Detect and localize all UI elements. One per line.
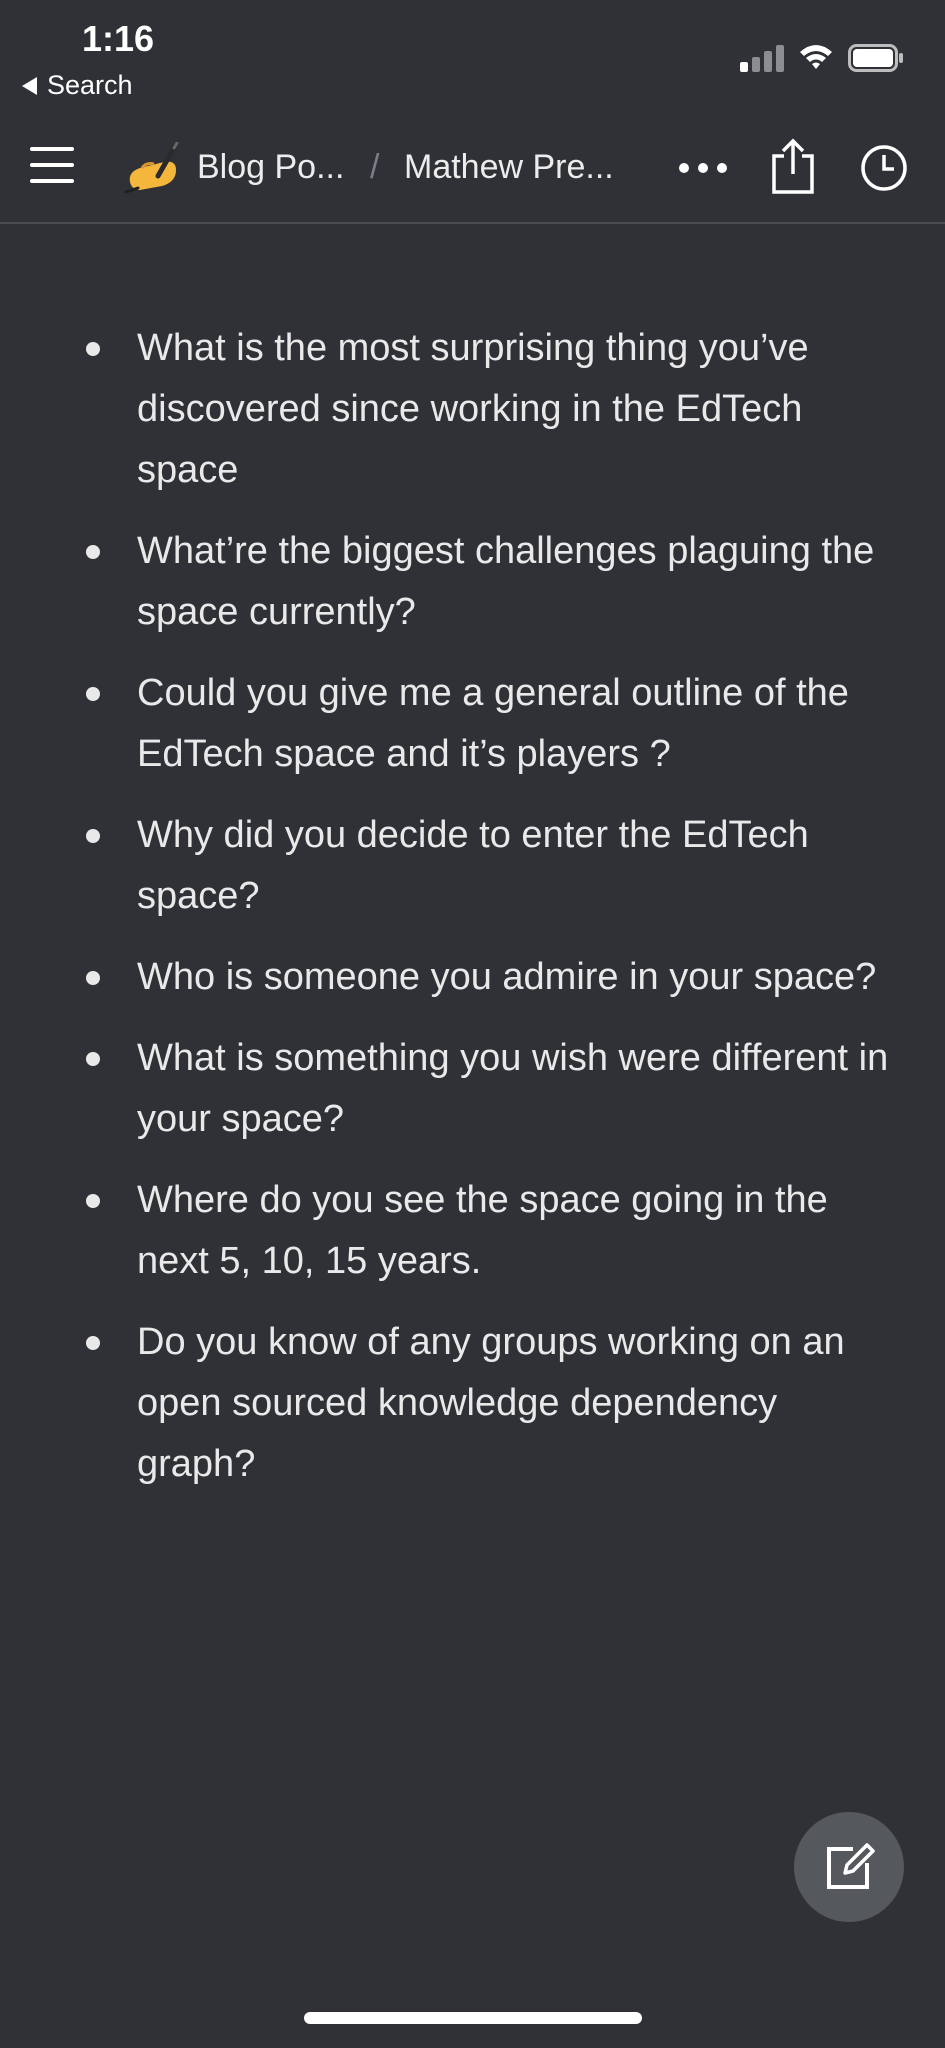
document-content[interactable]: What is the most surprising thing you’ve…: [0, 318, 945, 1515]
bullet-icon: [86, 829, 100, 843]
cellular-signal-icon: [740, 45, 784, 72]
question-text: Do you know of any groups working on an …: [137, 1321, 845, 1485]
list-item[interactable]: What is something you wish were differen…: [0, 1028, 945, 1150]
bullet-icon: [86, 971, 100, 985]
back-label: Search: [47, 70, 133, 100]
list-item[interactable]: Where do you see the space going in the …: [0, 1170, 945, 1292]
bullet-icon: [86, 545, 100, 559]
bullet-icon: [86, 1052, 100, 1066]
home-indicator[interactable]: [304, 2012, 642, 2024]
list-item[interactable]: What’re the biggest challenges plaguing …: [0, 521, 945, 643]
hamburger-menu-icon[interactable]: [28, 143, 76, 187]
compose-button[interactable]: [794, 1812, 904, 1922]
question-text: Why did you decide to enter the EdTech s…: [137, 814, 809, 917]
back-arrow-icon: [22, 76, 37, 95]
question-list: What is the most surprising thing you’ve…: [0, 318, 945, 1495]
question-text: What’re the biggest challenges plaguing …: [137, 530, 875, 633]
list-item[interactable]: Do you know of any groups working on an …: [0, 1312, 945, 1495]
back-to-search-link[interactable]: Search: [22, 70, 133, 101]
status-time: 1:16: [82, 18, 155, 59]
question-text: What is the most surprising thing you’ve…: [137, 327, 809, 491]
bullet-icon: [86, 342, 100, 356]
list-item[interactable]: What is the most surprising thing you’ve…: [0, 318, 945, 501]
edit-icon: [827, 1843, 875, 1889]
bullet-icon: [86, 1336, 100, 1350]
list-item[interactable]: Could you give me a general outline of t…: [0, 663, 945, 785]
list-item[interactable]: Why did you decide to enter the EdTech s…: [0, 805, 945, 927]
question-text: Who is someone you admire in your space?: [137, 956, 877, 998]
document-nav-bar: Blog Po... / Mathew Pre...: [0, 108, 945, 224]
question-text: Where do you see the space going in the …: [137, 1179, 828, 1282]
breadcrumb-separator: /: [370, 148, 380, 186]
wifi-icon: [800, 45, 832, 69]
list-item[interactable]: Who is someone you admire in your space?: [0, 947, 945, 1008]
question-text: Could you give me a general outline of t…: [137, 672, 849, 775]
question-text: What is something you wish were differen…: [137, 1037, 889, 1140]
battery-icon: [848, 44, 903, 72]
status-bar: 1:16 Search: [0, 0, 945, 108]
more-options-icon[interactable]: [676, 158, 730, 178]
breadcrumb-current-page[interactable]: Mathew Pre...: [404, 148, 614, 187]
breadcrumb-parent-page[interactable]: Blog Po...: [197, 148, 344, 187]
writing-hand-icon: [124, 142, 179, 194]
share-icon[interactable]: [770, 138, 816, 194]
bullet-icon: [86, 1194, 100, 1208]
history-clock-icon[interactable]: [860, 144, 908, 192]
bullet-icon: [86, 687, 100, 701]
